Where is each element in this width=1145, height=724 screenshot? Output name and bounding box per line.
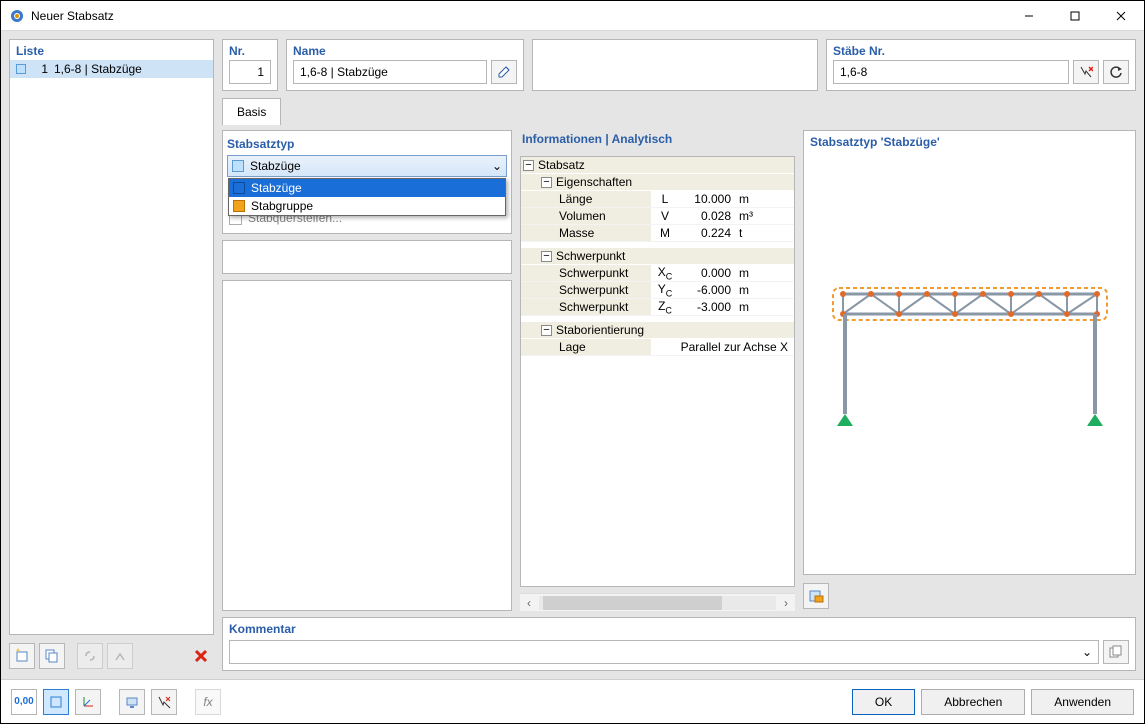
cancel-button[interactable]: Abbrechen bbox=[921, 689, 1025, 715]
list-item-number: 1 bbox=[32, 62, 48, 76]
tree-node-schwerpunkt[interactable]: −Schwerpunkt bbox=[521, 248, 794, 265]
type-selected: Stabzüge bbox=[250, 159, 301, 173]
cog-row-y: SchwerpunktYC-6.000m bbox=[521, 282, 794, 299]
scroll-right-icon[interactable]: › bbox=[777, 596, 795, 610]
type-color-icon bbox=[232, 160, 244, 172]
app-icon bbox=[9, 8, 25, 24]
collapse-icon: − bbox=[541, 325, 552, 336]
dialog-window: Neuer Stabsatz Liste 1 1,6-8 | Stabzüge bbox=[0, 0, 1145, 724]
comment-section: Kommentar ⌄ bbox=[222, 617, 1136, 671]
minimize-button[interactable] bbox=[1006, 1, 1052, 31]
delete-button[interactable] bbox=[188, 643, 214, 669]
copy-button[interactable] bbox=[39, 643, 65, 669]
tree-node-stabsatz[interactable]: −Stabsatz bbox=[521, 157, 794, 174]
option-color-icon bbox=[233, 182, 245, 194]
nr-box: Nr. 1 bbox=[222, 39, 278, 91]
nr-input[interactable]: 1 bbox=[229, 60, 271, 84]
comment-label: Kommentar bbox=[229, 622, 1129, 640]
cog-row-z: SchwerpunktZC-3.000m bbox=[521, 299, 794, 316]
footer-fx-button: fx bbox=[195, 689, 221, 715]
list-item[interactable]: 1 1,6-8 | Stabzüge bbox=[10, 60, 213, 78]
tree-scrollbar[interactable]: ‹ › bbox=[520, 593, 795, 611]
preview-settings-button[interactable] bbox=[803, 583, 829, 609]
spacer-box bbox=[532, 39, 818, 91]
list-header: Liste bbox=[10, 40, 213, 60]
branch-button bbox=[107, 643, 133, 669]
option-color-icon bbox=[233, 200, 245, 212]
list-toolbar bbox=[9, 641, 214, 671]
preview-canvas[interactable] bbox=[804, 153, 1135, 574]
preview-panel: Stabsatztyp 'Stabzüge' bbox=[803, 130, 1136, 575]
chevron-down-icon: ⌄ bbox=[1082, 645, 1092, 659]
scroll-left-icon[interactable]: ‹ bbox=[520, 596, 538, 610]
members-input[interactable]: 1,6-8 bbox=[833, 60, 1069, 84]
footer-display-button[interactable] bbox=[119, 689, 145, 715]
footer-units-button[interactable]: 0,00 bbox=[11, 689, 37, 715]
structure-preview-icon bbox=[825, 254, 1115, 474]
tab-bar: Basis bbox=[222, 97, 1136, 124]
preview-toolbar bbox=[803, 581, 1136, 611]
comment-combo[interactable]: ⌄ bbox=[229, 640, 1099, 664]
comment-library-button[interactable] bbox=[1103, 640, 1129, 664]
cog-row-x: SchwerpunktXC0.000m bbox=[521, 265, 794, 282]
list-item-label: 1,6-8 | Stabzüge bbox=[54, 62, 142, 76]
collapse-icon: − bbox=[523, 160, 534, 171]
members-label: Stäbe Nr. bbox=[827, 40, 1135, 60]
type-option-stabgruppe[interactable]: Stabgruppe bbox=[229, 197, 505, 215]
members-box: Stäbe Nr. 1,6-8 bbox=[826, 39, 1136, 91]
name-input[interactable]: 1,6-8 | Stabzüge bbox=[293, 60, 487, 84]
edit-name-button[interactable] bbox=[491, 60, 517, 84]
preview-title: Stabsatztyp 'Stabzüge' bbox=[804, 131, 1135, 153]
type-section: Stabsatztyp Stabzüge ⌄ Stabzüge bbox=[222, 130, 512, 234]
footer-view-button[interactable] bbox=[43, 689, 69, 715]
prop-row-volumen: VolumenV0.028m³ bbox=[521, 208, 794, 225]
close-button[interactable] bbox=[1098, 1, 1144, 31]
link-button bbox=[77, 643, 103, 669]
tree-node-eigenschaften[interactable]: −Eigenschaften bbox=[521, 174, 794, 191]
tree-node-orient[interactable]: −Staborientierung bbox=[521, 322, 794, 339]
footer-axes-button[interactable] bbox=[75, 689, 101, 715]
info-tree[interactable]: −Stabsatz −Eigenschaften LängeL10.000m V… bbox=[520, 156, 795, 587]
footer-pick-button[interactable] bbox=[151, 689, 177, 715]
ok-button[interactable]: OK bbox=[852, 689, 915, 715]
info-header: Informationen | Analytisch bbox=[520, 130, 795, 150]
prop-row-masse: MasseM0.224t bbox=[521, 225, 794, 242]
collapse-icon: − bbox=[541, 177, 552, 188]
blank-panel-2 bbox=[222, 280, 512, 611]
chevron-down-icon: ⌄ bbox=[492, 159, 502, 173]
maximize-button[interactable] bbox=[1052, 1, 1098, 31]
tab-basis[interactable]: Basis bbox=[222, 98, 281, 125]
type-label: Stabsatztyp bbox=[227, 135, 507, 155]
window-title: Neuer Stabsatz bbox=[31, 9, 1006, 23]
top-fields: Nr. 1 Name 1,6-8 | Stabzüge Stäbe Nr. bbox=[222, 39, 1136, 91]
pick-members-button[interactable] bbox=[1073, 60, 1099, 84]
list-body[interactable]: 1 1,6-8 | Stabzüge bbox=[10, 60, 213, 634]
nr-label: Nr. bbox=[223, 40, 277, 60]
type-option-stabzuege[interactable]: Stabzüge bbox=[229, 179, 505, 197]
collapse-icon: − bbox=[541, 251, 552, 262]
orient-row-lage: LageParallel zur Achse X bbox=[521, 339, 794, 356]
list-panel: Liste 1 1,6-8 | Stabzüge bbox=[9, 39, 214, 635]
reverse-button[interactable] bbox=[1103, 60, 1129, 84]
prop-row-laenge: LängeL10.000m bbox=[521, 191, 794, 208]
type-dropdown: Stabzüge Stabgruppe bbox=[228, 178, 506, 216]
blank-panel-1 bbox=[222, 240, 512, 274]
footer: 0,00 fx OK Abbrechen Anwenden bbox=[1, 679, 1144, 723]
type-combo[interactable]: Stabzüge ⌄ Stabzüge Stabgrup bbox=[227, 155, 507, 177]
list-item-color-icon bbox=[16, 64, 26, 74]
name-box: Name 1,6-8 | Stabzüge bbox=[286, 39, 524, 91]
apply-button[interactable]: Anwenden bbox=[1031, 689, 1134, 715]
new-button[interactable] bbox=[9, 643, 35, 669]
name-label: Name bbox=[287, 40, 523, 60]
title-bar: Neuer Stabsatz bbox=[1, 1, 1144, 31]
